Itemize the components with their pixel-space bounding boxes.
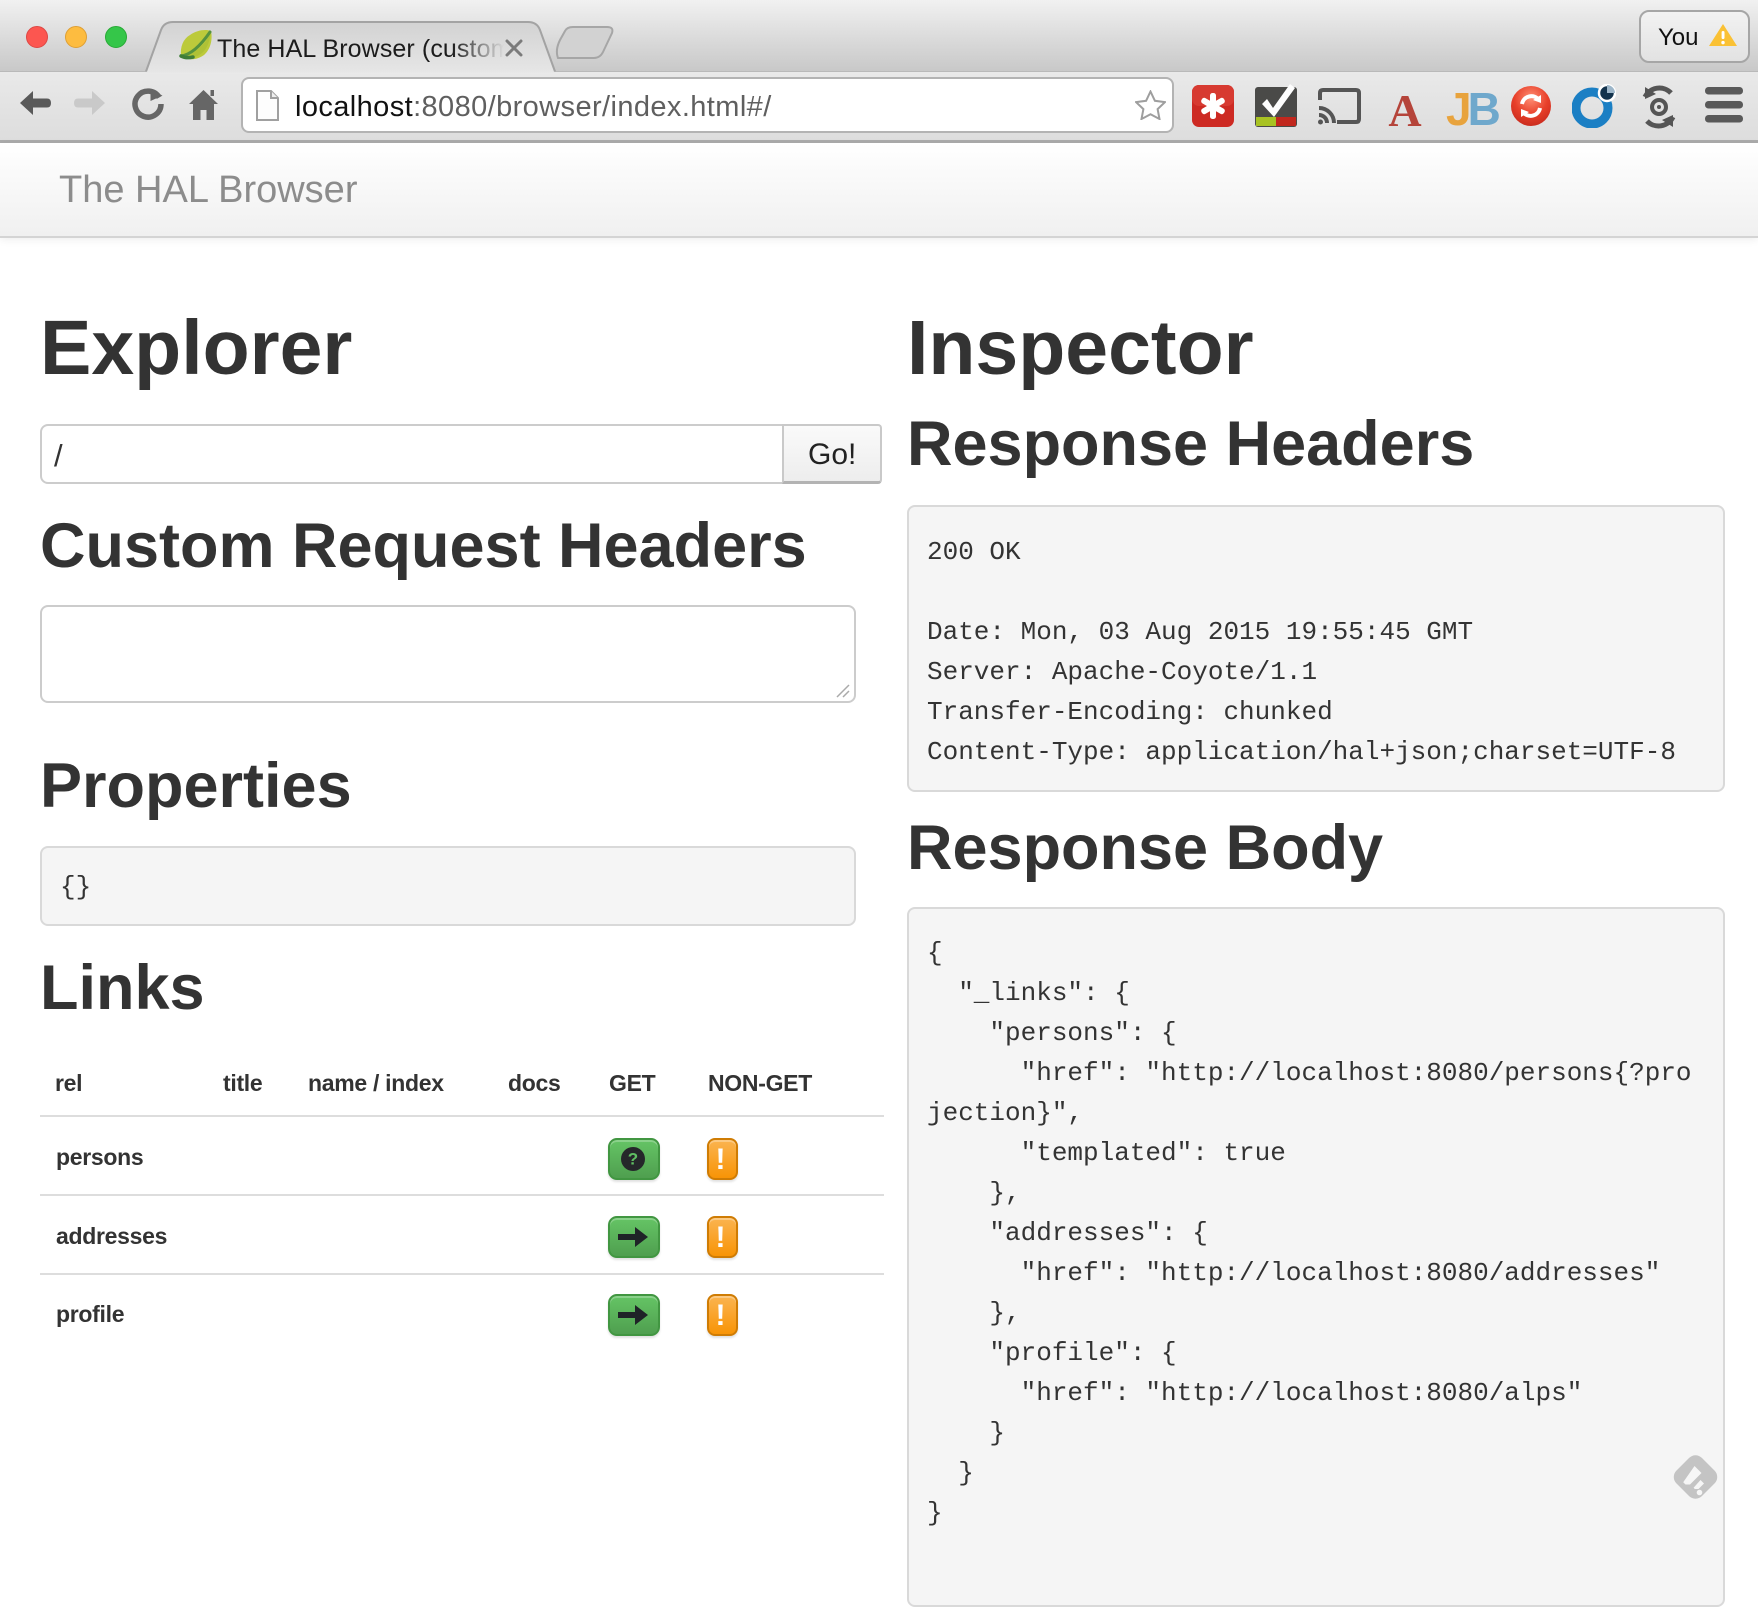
svg-text:?: ? (628, 1150, 638, 1169)
